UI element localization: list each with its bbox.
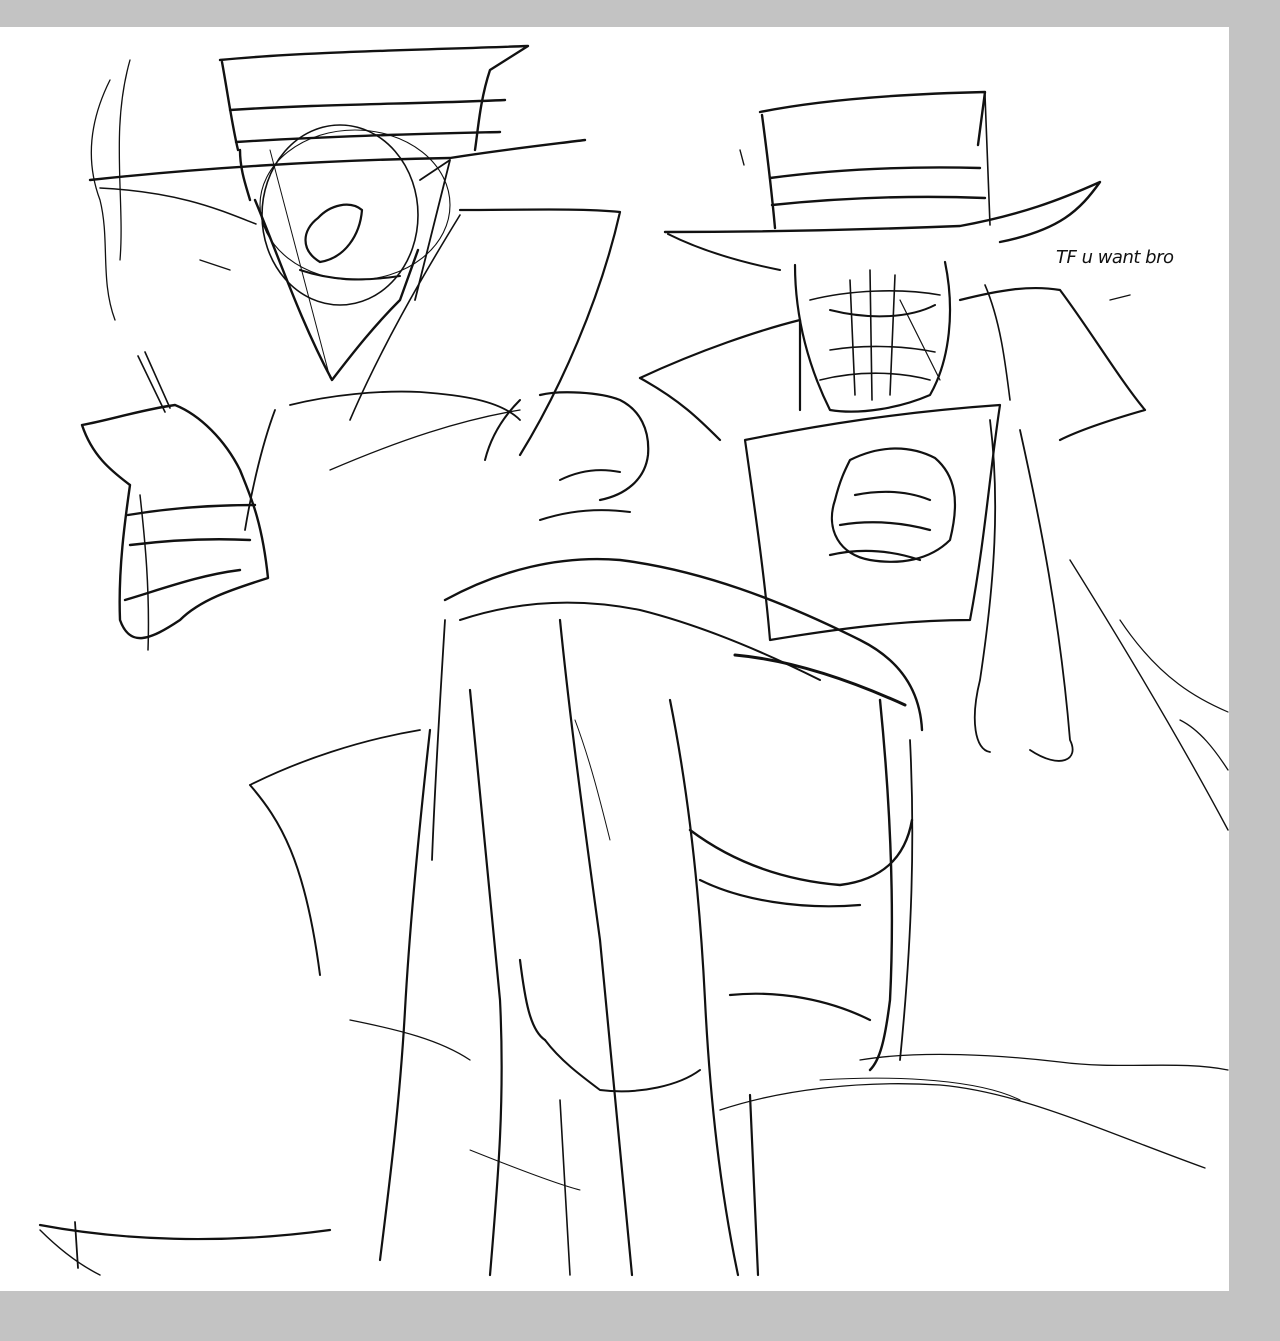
right-figure-hat — [663, 90, 1102, 271]
right-figure-legs — [378, 618, 914, 1277]
left-figure-hand — [80, 351, 270, 651]
left-figure-coat — [38, 390, 521, 1276]
carried-figure — [443, 391, 924, 732]
left-figure-head — [199, 124, 622, 457]
sketch-caption: TF u want bro — [1056, 247, 1174, 268]
left-figure-hat — [88, 44, 587, 225]
pencil-sketch — [38, 44, 1229, 1277]
right-figure-face — [793, 260, 952, 413]
drawing-canvas: TF u want bro — [0, 27, 1229, 1291]
